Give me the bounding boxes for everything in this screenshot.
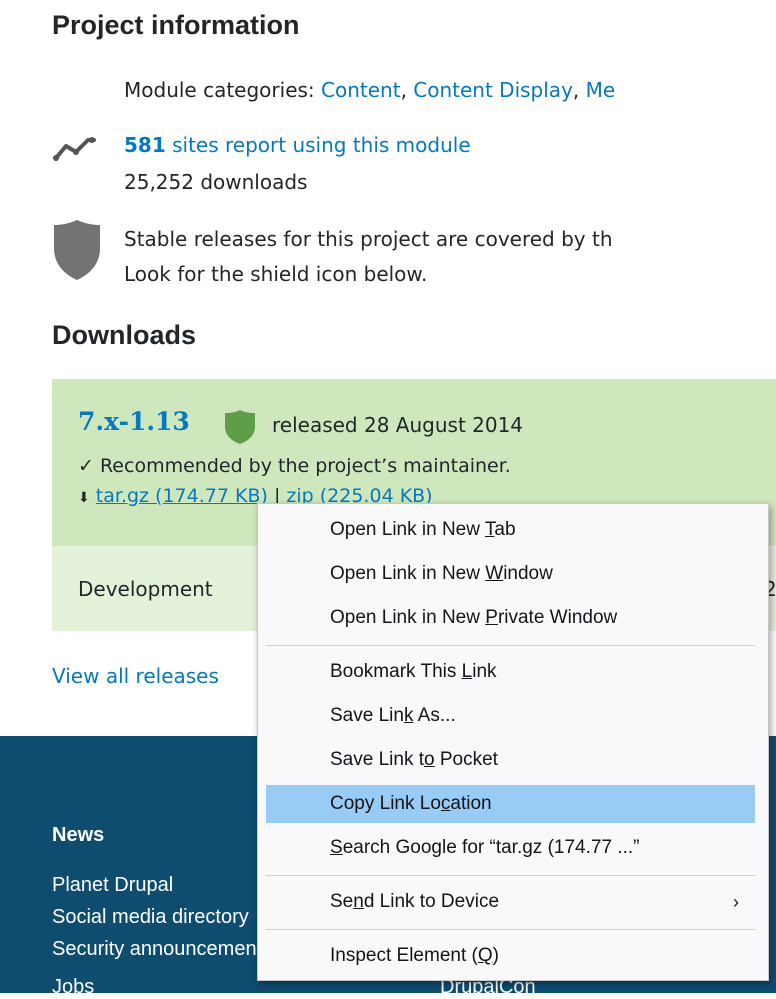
categories-prefix: Module categories: bbox=[124, 78, 322, 102]
project-info-heading: Project information bbox=[52, 10, 300, 40]
downloads-heading: Downloads bbox=[52, 320, 197, 350]
sites-count[interactable]: 581 bbox=[124, 133, 166, 157]
security-line-2: Look for the shield icon below. bbox=[124, 262, 428, 286]
menu-bookmark-link[interactable]: Bookmark This Link bbox=[266, 653, 755, 691]
menu-open-private-window[interactable]: Open Link in New Private Window bbox=[266, 599, 755, 637]
release-version-link[interactable]: 7.x-1.13 bbox=[78, 407, 190, 436]
footer-link-security[interactable]: Security announcements bbox=[52, 938, 272, 961]
menu-separator bbox=[266, 929, 755, 930]
download-count: 25,252 downloads bbox=[124, 170, 308, 194]
footer-link-planet-drupal[interactable]: Planet Drupal bbox=[52, 874, 173, 897]
sites-report[interactable]: 581 sites report using this module bbox=[124, 133, 471, 157]
recommended-note: ✓ Recommended by the project’s maintaine… bbox=[78, 455, 511, 477]
menu-open-new-window[interactable]: Open Link in New Window bbox=[266, 555, 755, 593]
tar-download-link[interactable]: tar.gz (174.77 KB) bbox=[96, 485, 268, 507]
view-all-releases-link[interactable]: View all releases bbox=[52, 664, 219, 688]
menu-separator bbox=[266, 645, 755, 646]
menu-copy-link-location[interactable]: Copy Link Location bbox=[266, 785, 755, 823]
release-date: released 28 August 2014 bbox=[272, 413, 524, 437]
footer-link-jobs[interactable]: Jobs bbox=[52, 976, 94, 999]
menu-separator bbox=[266, 875, 755, 876]
menu-open-new-tab[interactable]: Open Link in New Tab bbox=[266, 511, 755, 549]
category-link-content-display[interactable]: Content Display bbox=[413, 78, 573, 102]
footer-news-heading: News bbox=[52, 824, 105, 846]
category-link-content[interactable]: Content bbox=[321, 78, 401, 102]
menu-search-google[interactable]: Search Google for “tar.gz (174.77 ...” bbox=[266, 829, 755, 867]
development-label: Development bbox=[78, 577, 213, 601]
security-line-1: Stable releases for this project are cov… bbox=[124, 227, 613, 251]
download-arrow-icon: ⬇ bbox=[78, 490, 90, 506]
menu-save-link-as[interactable]: Save Link As... bbox=[266, 697, 755, 735]
chevron-right-icon: › bbox=[733, 892, 739, 912]
module-categories: Module categories: Content, Content Disp… bbox=[124, 78, 616, 102]
usage-graph-icon bbox=[52, 134, 98, 166]
menu-save-to-pocket[interactable]: Save Link to Pocket bbox=[266, 741, 755, 779]
menu-inspect-element[interactable]: Inspect Element (Q) bbox=[266, 937, 755, 975]
security-shield-icon bbox=[224, 409, 256, 449]
footer-link-social-media[interactable]: Social media directory bbox=[52, 906, 249, 929]
sites-text[interactable]: sites report using this module bbox=[166, 133, 471, 157]
shield-icon bbox=[52, 218, 102, 286]
context-menu: Open Link in New Tab Open Link in New Wi… bbox=[257, 503, 769, 981]
category-link-more[interactable]: Me bbox=[586, 78, 616, 102]
menu-send-link-to-device[interactable]: Send Link to Device › bbox=[266, 883, 755, 921]
